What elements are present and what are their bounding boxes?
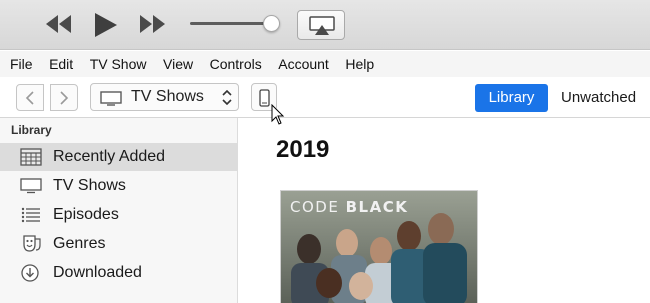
sidebar-item-label: Recently Added [53,148,166,165]
player-controls-bar [0,0,650,50]
sidebar-item-label: Episodes [53,206,119,223]
fast-forward-icon[interactable] [138,12,168,41]
toolbar: TV Shows [0,77,650,118]
poster-title: CODE BLACK [290,198,408,216]
menu-account[interactable]: Account [278,56,329,72]
sidebar-item-label: Genres [53,235,106,252]
chevron-right-icon [60,91,69,105]
rewind-icon[interactable] [44,12,74,41]
menu-edit[interactable]: Edit [49,56,73,72]
list-icon [21,207,40,223]
iphone-icon [259,89,270,107]
tab-unwatched[interactable]: Unwatched [561,84,636,112]
tab-library[interactable]: Library [475,84,548,112]
sidebar-item-tv-shows[interactable]: TV Shows [0,172,237,200]
sidebar: Library Recently Added TV Shows Episodes [0,118,238,303]
airplay-icon [309,16,335,35]
menu-help[interactable]: Help [345,56,374,72]
mouse-pointer-icon [271,104,285,125]
poster-title-bold: BLACK [345,198,409,216]
sidebar-heading: Library [11,123,52,137]
sidebar-item-genres[interactable]: Genres [0,230,237,258]
section-title: 2019 [276,136,330,163]
sidebar-item-downloaded[interactable]: Downloaded [0,259,237,287]
tv-icon [100,91,122,106]
menu-tv-show[interactable]: TV Show [90,56,147,72]
menu-bar: File Edit TV Show View Controls Account … [0,51,650,77]
chevron-left-icon [25,91,34,105]
volume-knob[interactable] [263,15,280,32]
play-icon[interactable] [92,12,120,43]
show-poster[interactable]: CODE BLACK [280,190,478,303]
media-kind-select[interactable]: TV Shows [90,83,239,111]
sidebar-item-episodes[interactable]: Episodes [0,201,237,229]
menu-view[interactable]: View [163,56,193,72]
back-button[interactable] [16,84,44,111]
media-kind-label: TV Shows [131,88,204,105]
download-icon [21,264,39,282]
poster-title-light: CODE [290,198,340,216]
airplay-button[interactable] [297,10,345,40]
grid-icon [20,148,42,166]
menu-controls[interactable]: Controls [210,56,262,72]
menu-file[interactable]: File [10,56,33,72]
tv-icon [20,178,42,194]
masks-icon [23,235,41,252]
sidebar-item-recently-added[interactable]: Recently Added [0,143,237,171]
volume-slider[interactable] [190,15,280,32]
chevron-updown-icon [222,90,232,105]
forward-button[interactable] [50,84,78,111]
sidebar-item-label: Downloaded [53,264,142,281]
sidebar-item-label: TV Shows [53,177,126,194]
